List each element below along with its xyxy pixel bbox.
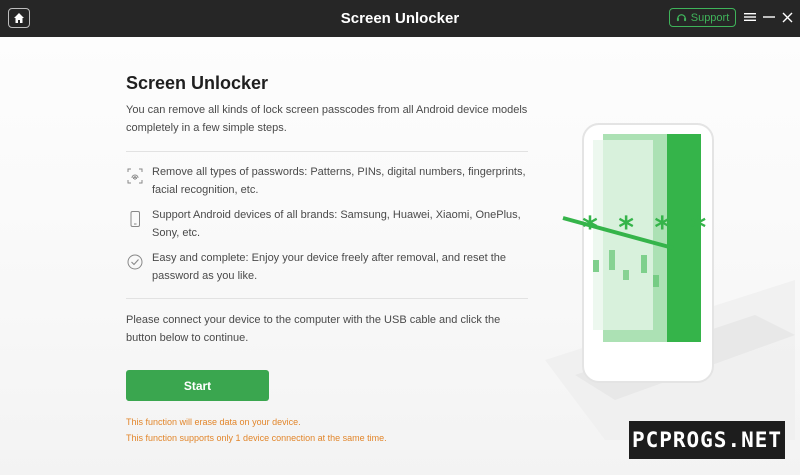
start-button[interactable]: Start: [126, 370, 269, 401]
divider: [126, 151, 528, 152]
check-circle-icon: [127, 254, 143, 270]
support-label: Support: [690, 11, 730, 24]
password-mask: * * * *: [581, 211, 707, 246]
fingerprint-icon: [127, 168, 143, 184]
hamburger-icon: [744, 13, 756, 21]
title-bar: Screen Unlocker Support: [0, 0, 800, 37]
headset-icon: [676, 14, 686, 22]
page-title: Screen Unlocker: [126, 73, 269, 93]
close-icon: [782, 12, 792, 22]
watermark: PCPROGS.NET: [629, 421, 785, 459]
warning-text: This function will erase data on your de…: [126, 417, 301, 427]
feature-text: Remove all types of passwords: Patterns,…: [152, 166, 526, 196]
minimize-button[interactable]: [761, 8, 777, 26]
connect-instructions: Please connect your device to the comput…: [126, 314, 501, 344]
phone-illustration: * * * *: [545, 123, 795, 440]
minimize-icon: [763, 16, 775, 18]
phone-icon: [130, 211, 140, 227]
menu-button[interactable]: [742, 8, 758, 26]
close-button[interactable]: [779, 8, 795, 26]
intro-text: You can remove all kinds of lock screen …: [126, 104, 528, 134]
support-button[interactable]: Support: [669, 8, 736, 27]
warning-text: This function supports only 1 device con…: [126, 433, 387, 443]
divider: [126, 298, 528, 299]
feature-text: Easy and complete: Enjoy your device fre…: [152, 252, 507, 282]
feature-text: Support Android devices of all brands: S…: [152, 209, 521, 239]
